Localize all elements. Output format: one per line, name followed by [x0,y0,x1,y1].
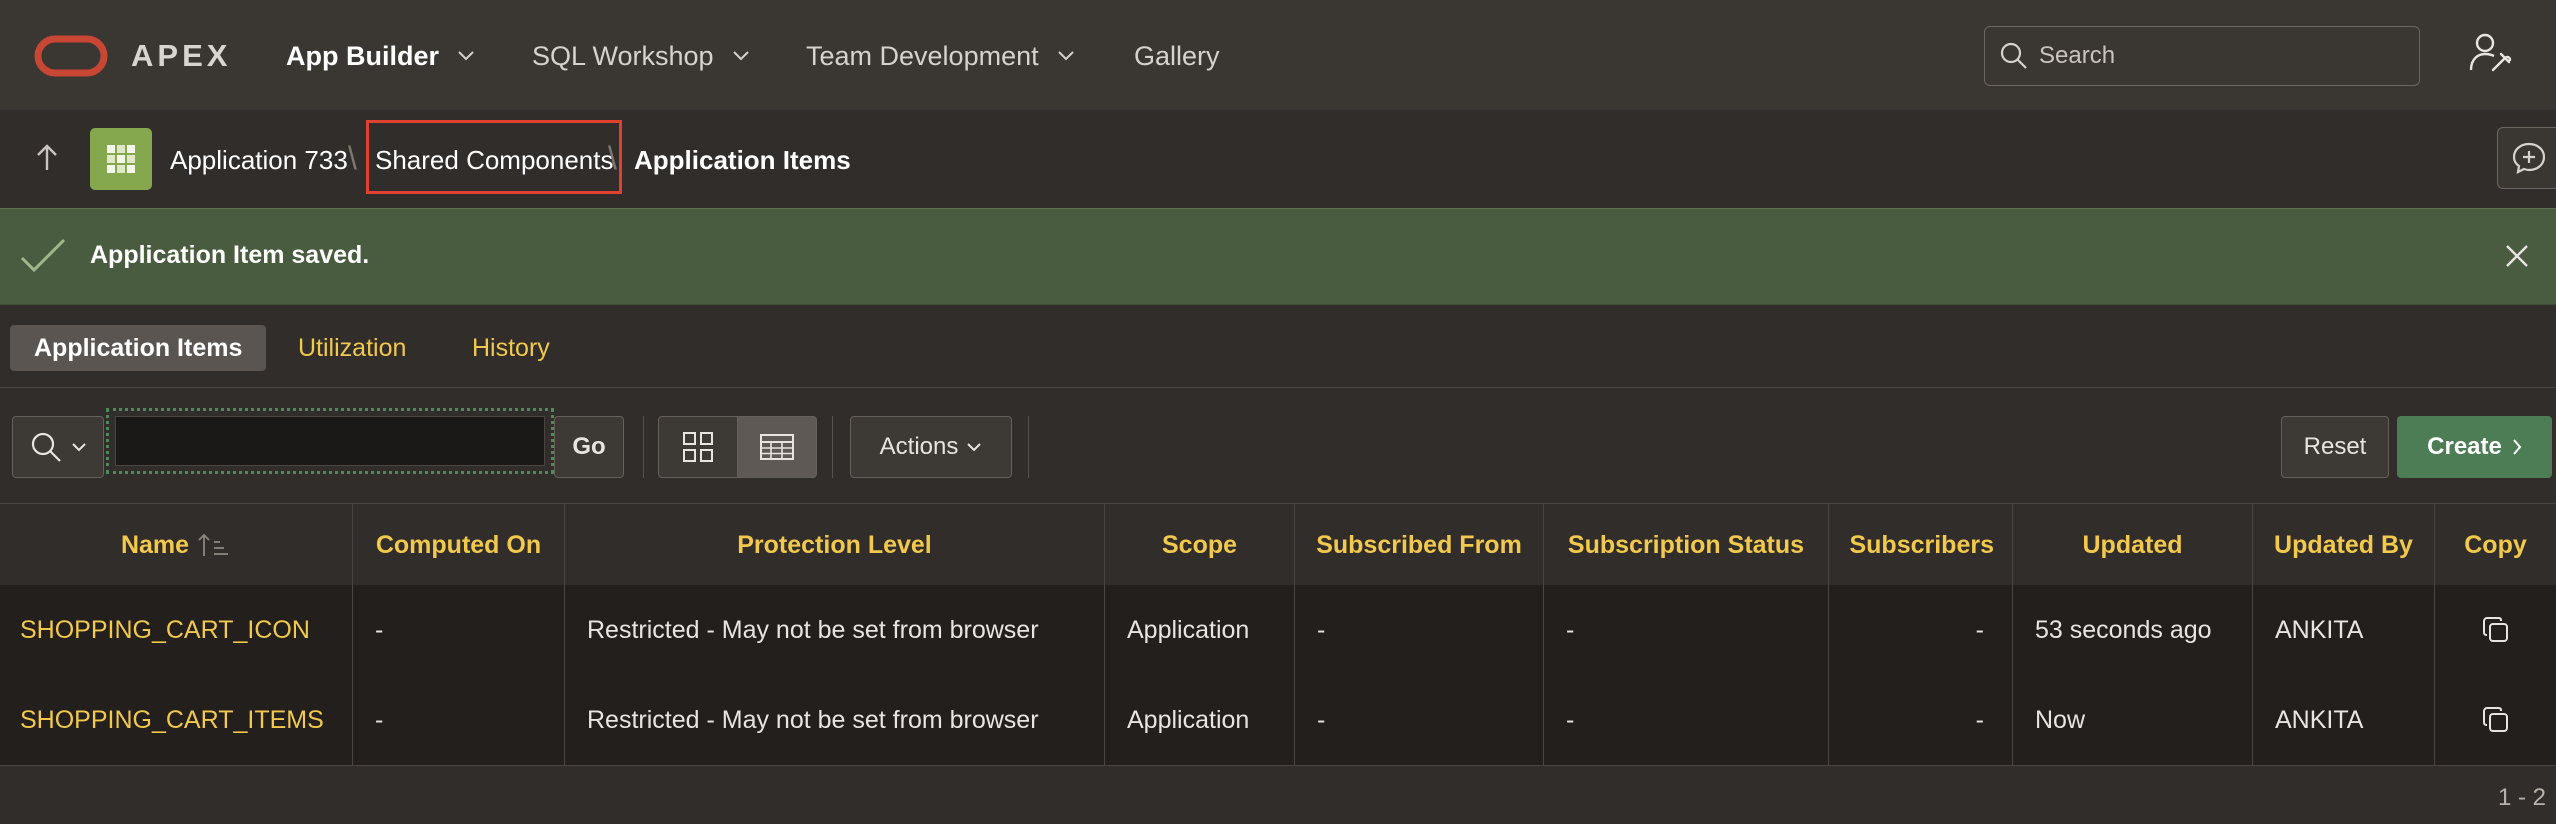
column-header-name[interactable]: Name [0,504,352,586]
search-column-button[interactable] [12,416,104,478]
search-icon [31,432,61,462]
feedback-button[interactable] [2497,127,2556,189]
cell-scope: Application [1104,675,1294,765]
table-header: Name Computed On Protection Level Scope … [0,503,2556,586]
nav-app-builder[interactable]: App Builder [286,34,475,78]
nav-team-development-label: Team Development [806,40,1039,71]
reset-button[interactable]: Reset [2281,416,2389,478]
item-name-link[interactable]: SHOPPING_CART_ITEMS [0,675,352,765]
breadcrumb-separator: \ [608,140,617,176]
nav-sql-workshop-label: SQL Workshop [532,40,714,71]
chevron-down-icon [967,443,982,452]
cell-computed-on: - [352,675,564,765]
copy-icon[interactable] [2481,615,2511,645]
breadcrumb-current-page: Application Items [634,145,851,175]
cell-subscription-status: - [1543,585,1828,675]
chevron-down-icon [1057,51,1074,61]
tab-utilization[interactable]: Utilization [274,325,430,371]
nav-sql-workshop[interactable]: SQL Workshop [532,34,750,78]
create-button[interactable]: Create [2397,416,2552,478]
oracle-logo-icon[interactable] [34,34,108,78]
cell-copy [2434,675,2556,765]
page-tabs: Application Items Utilization History [0,305,2556,388]
nav-gallery-label: Gallery [1134,40,1220,71]
report-search-focus-ring [106,408,554,474]
cell-updated-by: ANKITA [2252,585,2434,675]
nav-app-builder-label: App Builder [286,40,439,71]
item-name-link[interactable]: SHOPPING_CART_ICON [0,585,352,675]
tab-history[interactable]: History [448,325,574,371]
nav-team-development[interactable]: Team Development [806,34,1075,78]
cell-protection-level: Restricted - May not be set from browser [564,585,1104,675]
chevron-down-icon [458,51,474,61]
cell-subscribers: - [1828,585,2012,675]
cell-updated-by: ANKITA [2252,675,2434,765]
view-icons-button[interactable] [658,416,738,478]
column-header-subscription-status[interactable]: Subscription Status [1543,504,1828,586]
cell-computed-on: - [352,585,564,675]
grid-view-icon [683,432,713,462]
cell-protection-level: Restricted - May not be set from browser [564,675,1104,765]
top-navigation-bar: APEX App Builder SQL Workshop Team Devel… [0,0,2556,111]
cell-subscription-status: - [1543,675,1828,765]
success-alert: Application Item saved. [0,208,2556,305]
actions-label: Actions [879,433,959,460]
report-search-input[interactable] [115,416,545,466]
copy-icon[interactable] [2481,705,2511,735]
global-search-input[interactable] [2037,41,2401,71]
view-report-button[interactable] [737,416,817,478]
user-admin-icon[interactable] [2467,30,2513,76]
table-view-icon [760,434,794,460]
cell-scope: Application [1104,585,1294,675]
chevron-right-icon [2513,439,2522,455]
global-search[interactable] [1984,26,2420,86]
toolbar-divider [1028,416,1029,478]
chevron-down-icon [732,51,749,61]
breadcrumb-separator: \ [348,140,357,176]
report-toolbar: Go Actions Reset Create [0,388,2556,502]
chevron-down-icon [72,443,86,452]
column-header-protection-level[interactable]: Protection Level [564,504,1104,586]
table-row: SHOPPING_CART_ICON - Restricted - May no… [0,585,2556,676]
breadcrumb-shared-components[interactable]: Shared Components [366,120,623,194]
cell-updated: 53 seconds ago [2012,585,2252,675]
search-icon [2000,42,2027,69]
feedback-icon [2512,142,2546,174]
breadcrumb-application[interactable]: Application 733 [170,144,348,176]
close-icon[interactable] [2504,243,2530,269]
pagination-info: 1 - 2 [2498,784,2547,811]
toolbar-divider [832,416,833,478]
toolbar-divider [643,416,644,478]
arrow-up-icon[interactable] [34,142,60,174]
column-header-copy[interactable]: Copy [2434,504,2556,586]
tab-application-items[interactable]: Application Items [10,325,267,371]
checkmark-icon [18,234,68,278]
cell-subscribed-from: - [1294,585,1543,675]
cell-subscribed-from: - [1294,675,1543,765]
column-header-subscribed-from[interactable]: Subscribed From [1294,504,1543,586]
column-header-updated-by[interactable]: Updated By [2252,504,2434,586]
actions-menu-button[interactable]: Actions [850,416,1012,478]
column-header-subscribers[interactable]: Subscribers [1828,504,2012,586]
cell-subscribers: - [1828,675,2012,765]
application-icon[interactable] [90,128,152,190]
column-header-scope[interactable]: Scope [1104,504,1294,586]
column-header-computed-on[interactable]: Computed On [352,504,564,586]
nav-gallery[interactable]: Gallery [1134,34,1220,78]
column-header-updated[interactable]: Updated [2012,504,2252,586]
alert-message: Application Item saved. [90,241,370,269]
cell-copy [2434,585,2556,675]
column-header-label: Name [120,530,190,559]
apex-brand[interactable]: APEX [131,34,231,78]
create-label: Create [2427,433,2502,460]
breadcrumb: Application 733 \ Shared Components \ Ap… [0,110,2556,208]
cell-updated: Now [2012,675,2252,765]
table-row: SHOPPING_CART_ITEMS - Restricted - May n… [0,675,2556,766]
sort-ascending-icon [198,533,229,556]
go-button[interactable]: Go [554,416,624,478]
